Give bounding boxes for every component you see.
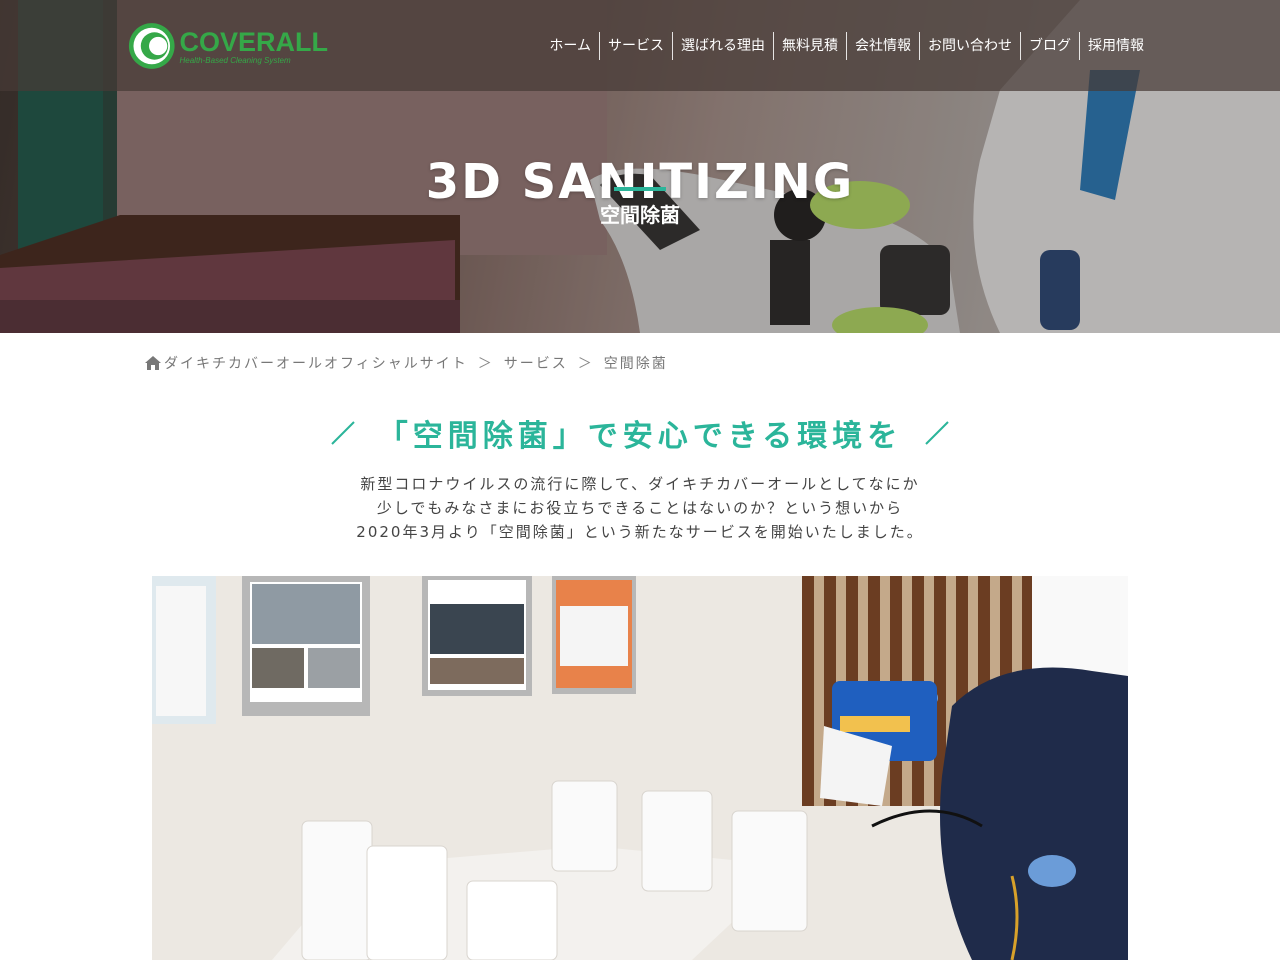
main-nav: ホーム サービス 選ばれる理由 無料見積 会社情報 お問い合わせ ブログ 採用情… xyxy=(541,32,1152,60)
intro-line: 新型コロナウイルスの流行に際して、ダイキチカバーオールとしてなにか xyxy=(360,475,920,493)
breadcrumb-separator: ＞ xyxy=(477,356,494,372)
logo-tagline: Health-Based Cleaning System xyxy=(179,55,291,65)
coverall-logo-icon xyxy=(128,23,175,69)
nav-recruit[interactable]: 採用情報 xyxy=(1079,32,1152,60)
nav-reasons[interactable]: 選ばれる理由 xyxy=(672,32,773,60)
hero-subtitle: 空間除菌 xyxy=(600,203,680,227)
nav-blog[interactable]: ブログ xyxy=(1020,32,1079,60)
site-header: COVERALL Health-Based Cleaning System ホー… xyxy=(0,0,1280,91)
intro-line: 少しでもみなさまにお役立ちできることはないのか？という想いから xyxy=(376,499,904,517)
breadcrumb-current: 空間除菌 xyxy=(603,356,668,372)
breadcrumb: ダイキチカバーオールオフィシャルサイト ＞ サービス ＞ 空間除菌 xyxy=(144,352,668,374)
section-heading: 「空間除菌」で安心できる環境を xyxy=(0,408,1280,458)
breadcrumb-home[interactable]: ダイキチカバーオールオフィシャルサイト xyxy=(164,353,468,373)
section-title: 「空間除菌」で安心できる環境を xyxy=(377,419,903,454)
slash-decoration-icon xyxy=(925,421,949,445)
home-icon[interactable] xyxy=(144,355,162,371)
breadcrumb-services[interactable]: サービス xyxy=(504,353,568,373)
sanitizing-photo xyxy=(152,576,1128,960)
hero-title-underline xyxy=(614,187,666,191)
nav-contact[interactable]: お問い合わせ xyxy=(919,32,1020,60)
slash-decoration-icon xyxy=(331,421,355,445)
nav-home[interactable]: ホーム xyxy=(541,32,599,60)
office-sanitizing-image xyxy=(152,576,1128,960)
nav-services[interactable]: サービス xyxy=(599,32,672,60)
intro-line: 2020年3月より「空間除菌」という新たなサービスを開始いたしました。 xyxy=(356,523,924,541)
intro-text: 新型コロナウイルスの流行に際して、ダイキチカバーオールとしてなにか 少しでもみな… xyxy=(0,472,1280,544)
hero-banner: COVERALL Health-Based Cleaning System ホー… xyxy=(0,0,1280,333)
logo-name: COVERALL xyxy=(179,26,329,57)
nav-company[interactable]: 会社情報 xyxy=(846,32,919,60)
nav-free-estimate[interactable]: 無料見積 xyxy=(773,32,846,60)
breadcrumb-separator: ＞ xyxy=(577,356,594,372)
logo[interactable]: COVERALL Health-Based Cleaning System xyxy=(128,20,328,72)
